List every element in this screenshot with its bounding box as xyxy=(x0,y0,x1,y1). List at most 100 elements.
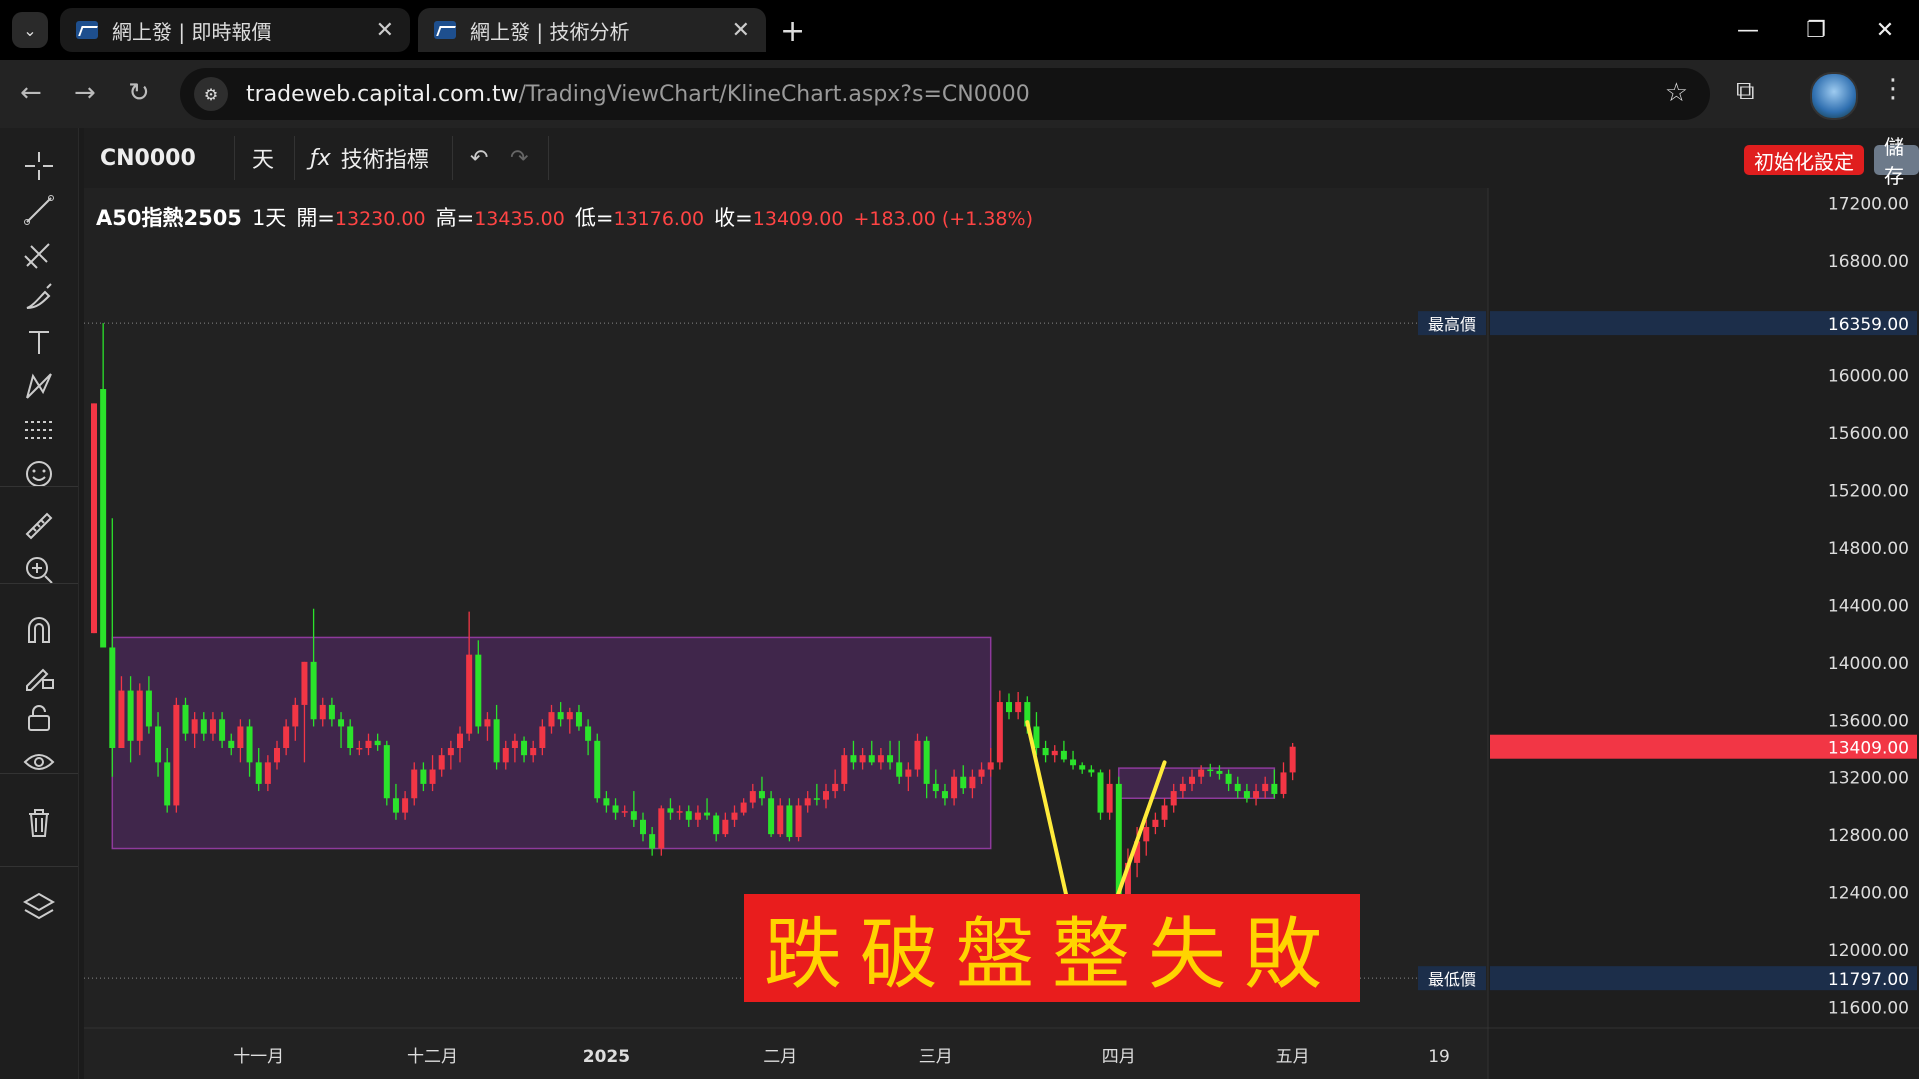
candle-body xyxy=(1198,769,1205,777)
divider xyxy=(452,136,453,180)
layers-icon[interactable] xyxy=(14,884,64,928)
divider xyxy=(294,136,295,180)
reload-icon[interactable]: ↻ xyxy=(128,78,150,108)
crosshair-icon[interactable] xyxy=(14,144,64,188)
candle-body xyxy=(511,740,518,748)
candle-body xyxy=(923,740,930,784)
candle-body xyxy=(978,769,985,777)
pattern-tool-icon[interactable] xyxy=(14,364,64,408)
trash-icon[interactable] xyxy=(14,800,64,844)
new-tab-button[interactable]: + xyxy=(780,14,805,49)
candle-body xyxy=(868,755,875,763)
candle-body xyxy=(1179,783,1186,792)
price-tick-label: 15200.00 xyxy=(1828,482,1909,502)
candle-body xyxy=(475,654,482,727)
back-icon[interactable]: ← xyxy=(20,78,42,108)
candle-body xyxy=(1289,746,1296,773)
bookmark-star-icon[interactable]: ☆ xyxy=(1665,78,1688,108)
candle-body xyxy=(951,776,958,799)
candle-body xyxy=(786,805,793,838)
candle-body xyxy=(356,748,363,750)
divider xyxy=(0,773,78,774)
candle-body xyxy=(1088,769,1095,773)
reset-settings-button[interactable]: 初始化設定 xyxy=(1744,145,1864,175)
candle-body xyxy=(877,755,884,763)
unlock-icon[interactable] xyxy=(14,696,64,740)
candle-body xyxy=(1106,783,1113,813)
candle-body xyxy=(640,819,646,835)
consolidation-box xyxy=(111,636,992,850)
candle-body xyxy=(859,755,866,763)
candle-body xyxy=(841,755,848,784)
indicators-label: 技術指標 xyxy=(340,148,429,173)
candle-body xyxy=(1079,765,1086,770)
redo-icon[interactable]: ↷ xyxy=(510,128,528,188)
candle-body xyxy=(100,389,107,648)
price-tick-label: 14800.00 xyxy=(1828,539,1909,559)
forward-icon[interactable]: → xyxy=(74,78,96,108)
candle-body xyxy=(1060,750,1067,760)
restore-button[interactable]: ❐ xyxy=(1786,10,1846,50)
tab-search-dropdown[interactable]: ⌄ xyxy=(12,12,48,48)
indicators-button[interactable]: ƒx 技術指標 xyxy=(310,128,429,188)
browser-tab-chart[interactable]: 網上發 | 技術分析 ✕ xyxy=(418,8,766,52)
candle-body xyxy=(1280,772,1287,794)
tab-close-icon[interactable]: ✕ xyxy=(732,18,750,43)
consolidation-box xyxy=(1118,767,1276,800)
candle-body xyxy=(173,704,180,806)
candle-body xyxy=(603,798,610,806)
price-tick-label: 14400.00 xyxy=(1828,596,1909,616)
candle-body xyxy=(1015,702,1022,713)
more-menu-icon[interactable]: ⋮ xyxy=(1880,74,1906,104)
candle-body xyxy=(319,704,326,720)
undo-icon[interactable]: ↶ xyxy=(470,128,488,188)
candle-body xyxy=(155,726,162,763)
browser-tab-quotes[interactable]: 網上發 | 即時報價 ✕ xyxy=(60,8,410,52)
candle-body xyxy=(1225,773,1232,784)
candle-body xyxy=(548,712,555,727)
candle-body xyxy=(1253,791,1260,799)
site-info-icon[interactable]: ⚙ xyxy=(194,77,228,111)
candle-body xyxy=(466,654,473,734)
avatar[interactable] xyxy=(1810,72,1858,120)
tab-close-icon[interactable]: ✕ xyxy=(376,18,394,43)
divider xyxy=(548,136,549,180)
extensions-icon[interactable]: ⧉ xyxy=(1736,76,1755,107)
magnet-icon[interactable] xyxy=(14,608,64,652)
zoom-in-icon[interactable] xyxy=(14,548,64,592)
lock-drawing-icon[interactable] xyxy=(14,652,64,696)
candle-body xyxy=(749,791,756,803)
change-value: +183.00 (+1.38%) xyxy=(853,208,1033,230)
url-field[interactable]: ⚙ tradeweb.capital.com.tw/TradingViewCha… xyxy=(180,68,1710,120)
brush-icon[interactable] xyxy=(14,276,64,320)
divider xyxy=(0,583,78,584)
candle-body xyxy=(91,403,97,634)
candle-body xyxy=(383,745,390,799)
ohlc-legend: A50指熱2505 1天 開=13230.00 高=13435.00 低=131… xyxy=(96,202,1033,232)
price-tick-label: 12000.00 xyxy=(1828,941,1909,961)
minimize-button[interactable]: — xyxy=(1718,10,1778,50)
candle-body xyxy=(209,719,216,734)
eye-icon[interactable] xyxy=(14,740,64,784)
candle-body xyxy=(255,762,262,784)
candle-body xyxy=(1170,791,1177,806)
candle-body xyxy=(365,740,372,748)
interval-selector[interactable]: 天 xyxy=(252,128,274,188)
candle-body xyxy=(292,704,299,727)
chart-area[interactable]: 17200.00 16800.00 16000.00 15600.00 15200.00… xyxy=(84,188,1919,1079)
candle-body xyxy=(447,748,454,756)
symbol-search[interactable]: CN0000 xyxy=(100,128,196,188)
ruler-icon[interactable] xyxy=(14,504,64,548)
candle-body xyxy=(557,712,564,720)
candle-body xyxy=(145,690,152,727)
prediction-tool-icon[interactable] xyxy=(14,408,64,452)
trend-line-icon[interactable] xyxy=(14,188,64,232)
text-tool-icon[interactable] xyxy=(14,320,64,364)
divider xyxy=(0,866,78,867)
save-button[interactable]: 儲存 xyxy=(1874,135,1919,188)
fib-tool-icon[interactable] xyxy=(14,232,64,276)
price-tick-label: 13200.00 xyxy=(1828,769,1909,789)
candle-body xyxy=(1234,783,1241,792)
close-window-button[interactable]: ✕ xyxy=(1855,10,1915,50)
emoji-icon[interactable] xyxy=(14,452,64,496)
